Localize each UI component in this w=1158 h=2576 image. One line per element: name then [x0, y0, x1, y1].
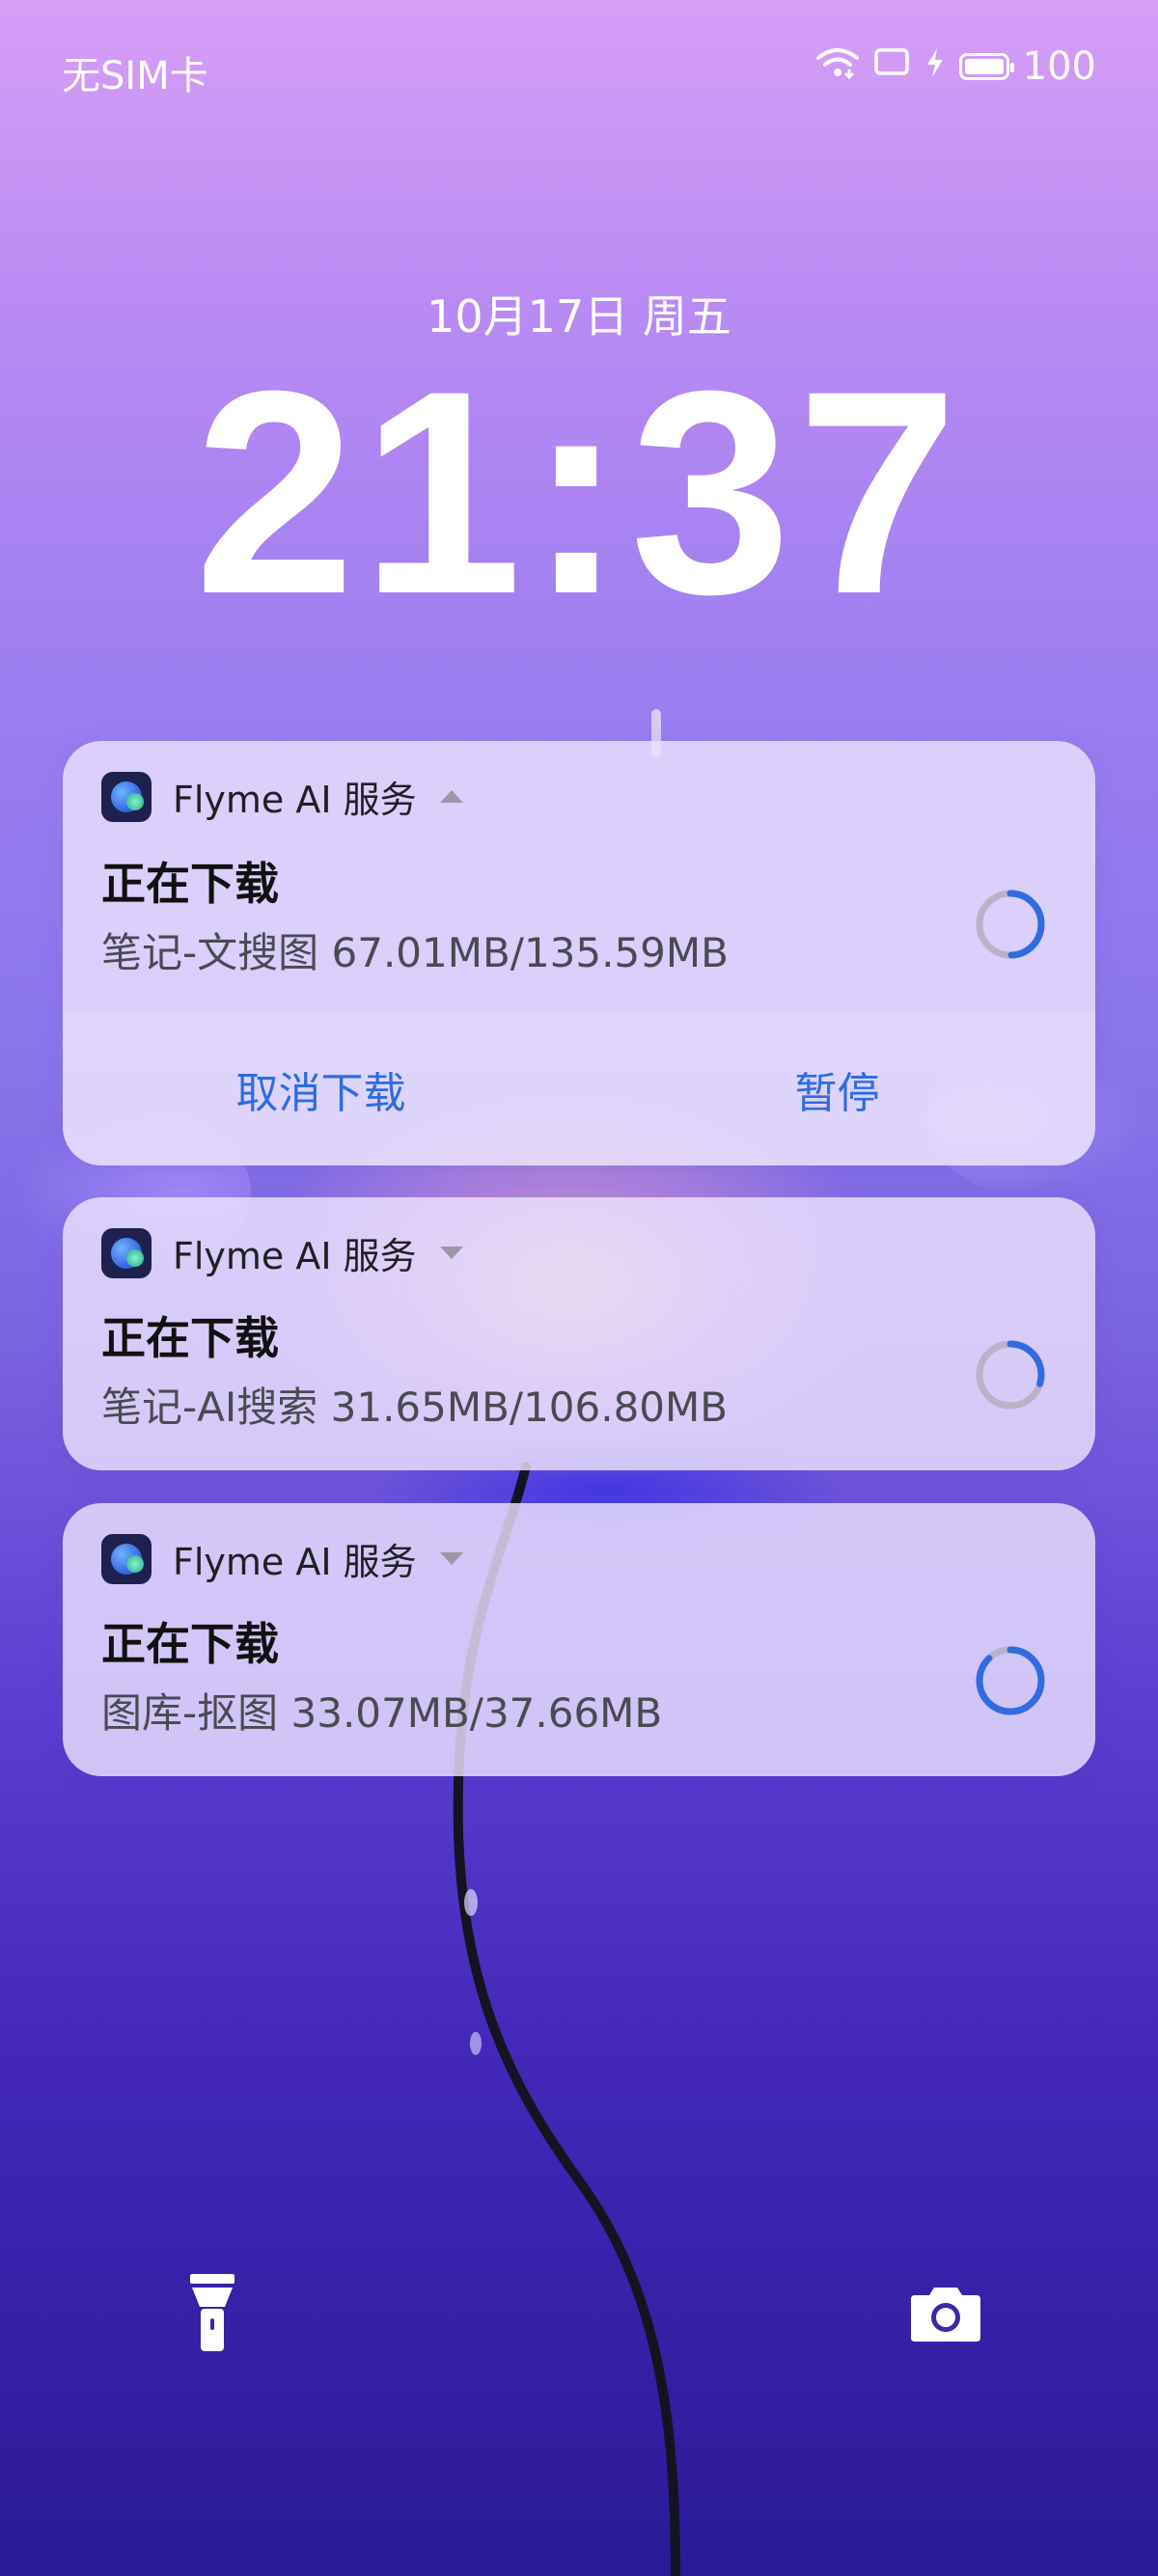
status-icons: 100 — [815, 44, 1096, 89]
flashlight-icon[interactable] — [169, 2269, 256, 2356]
camera-icon[interactable] — [902, 2269, 989, 2356]
status-bar: 无SIM卡 100 — [0, 0, 1158, 135]
lockscreen-time: 21:37 — [194, 330, 964, 654]
notification-card[interactable]: Flyme AI 服务 正在下载 图库-抠图 33.07MB/37.66MB — [63, 1503, 1095, 1776]
notification-app-name: Flyme AI 服务 — [173, 1541, 417, 1583]
battery-icon — [958, 53, 1014, 80]
flyme-ai-app-icon — [101, 771, 152, 822]
notification-subtitle: 笔记-AI搜索 31.65MB/106.80MB — [101, 1384, 729, 1431]
progress-arc — [976, 1646, 1045, 1715]
notification-subtitle: 笔记-文搜图 67.01MB/135.59MB — [101, 929, 729, 976]
notification-header: Flyme AI 服务 — [101, 1532, 463, 1585]
chevron-down-icon[interactable] — [439, 1247, 463, 1259]
notification-title: 正在下载 — [101, 1618, 279, 1670]
chevron-up-icon[interactable] — [439, 790, 463, 803]
cancel-download-button[interactable]: 取消下载 — [63, 1013, 579, 1165]
notification-header: Flyme AI 服务 — [101, 770, 463, 823]
notification-title: 正在下载 — [101, 858, 279, 910]
notification-app-name: Flyme AI 服务 — [173, 779, 417, 821]
battery-level: 100 — [1022, 44, 1096, 89]
notification-card[interactable]: Flyme AI 服务 正在下载 笔记-文搜图 67.01MB/135.59MB… — [63, 741, 1095, 1165]
notification-actions: 取消下载 暂停 — [63, 1013, 1095, 1165]
pause-button[interactable]: 暂停 — [579, 1013, 1095, 1165]
charge-icon — [924, 44, 946, 89]
notification-header: Flyme AI 服务 — [101, 1226, 463, 1279]
notification-app-name: Flyme AI 服务 — [173, 1235, 417, 1277]
notification-subtitle: 图库-抠图 33.07MB/37.66MB — [101, 1689, 663, 1737]
cast-icon — [872, 44, 911, 89]
chevron-down-icon[interactable] — [439, 1552, 463, 1565]
notification-title: 正在下载 — [101, 1312, 279, 1364]
download-progress-ring — [976, 1340, 1045, 1410]
flyme-ai-app-icon — [101, 1533, 152, 1584]
wifi-icon — [815, 44, 859, 89]
carrier-label: 无SIM卡 — [62, 54, 208, 98]
download-progress-ring — [976, 890, 1045, 959]
notification-card[interactable]: Flyme AI 服务 正在下载 笔记-AI搜索 31.65MB/106.80M… — [63, 1197, 1095, 1470]
flyme-ai-app-icon — [101, 1227, 152, 1278]
download-progress-ring — [976, 1646, 1045, 1715]
